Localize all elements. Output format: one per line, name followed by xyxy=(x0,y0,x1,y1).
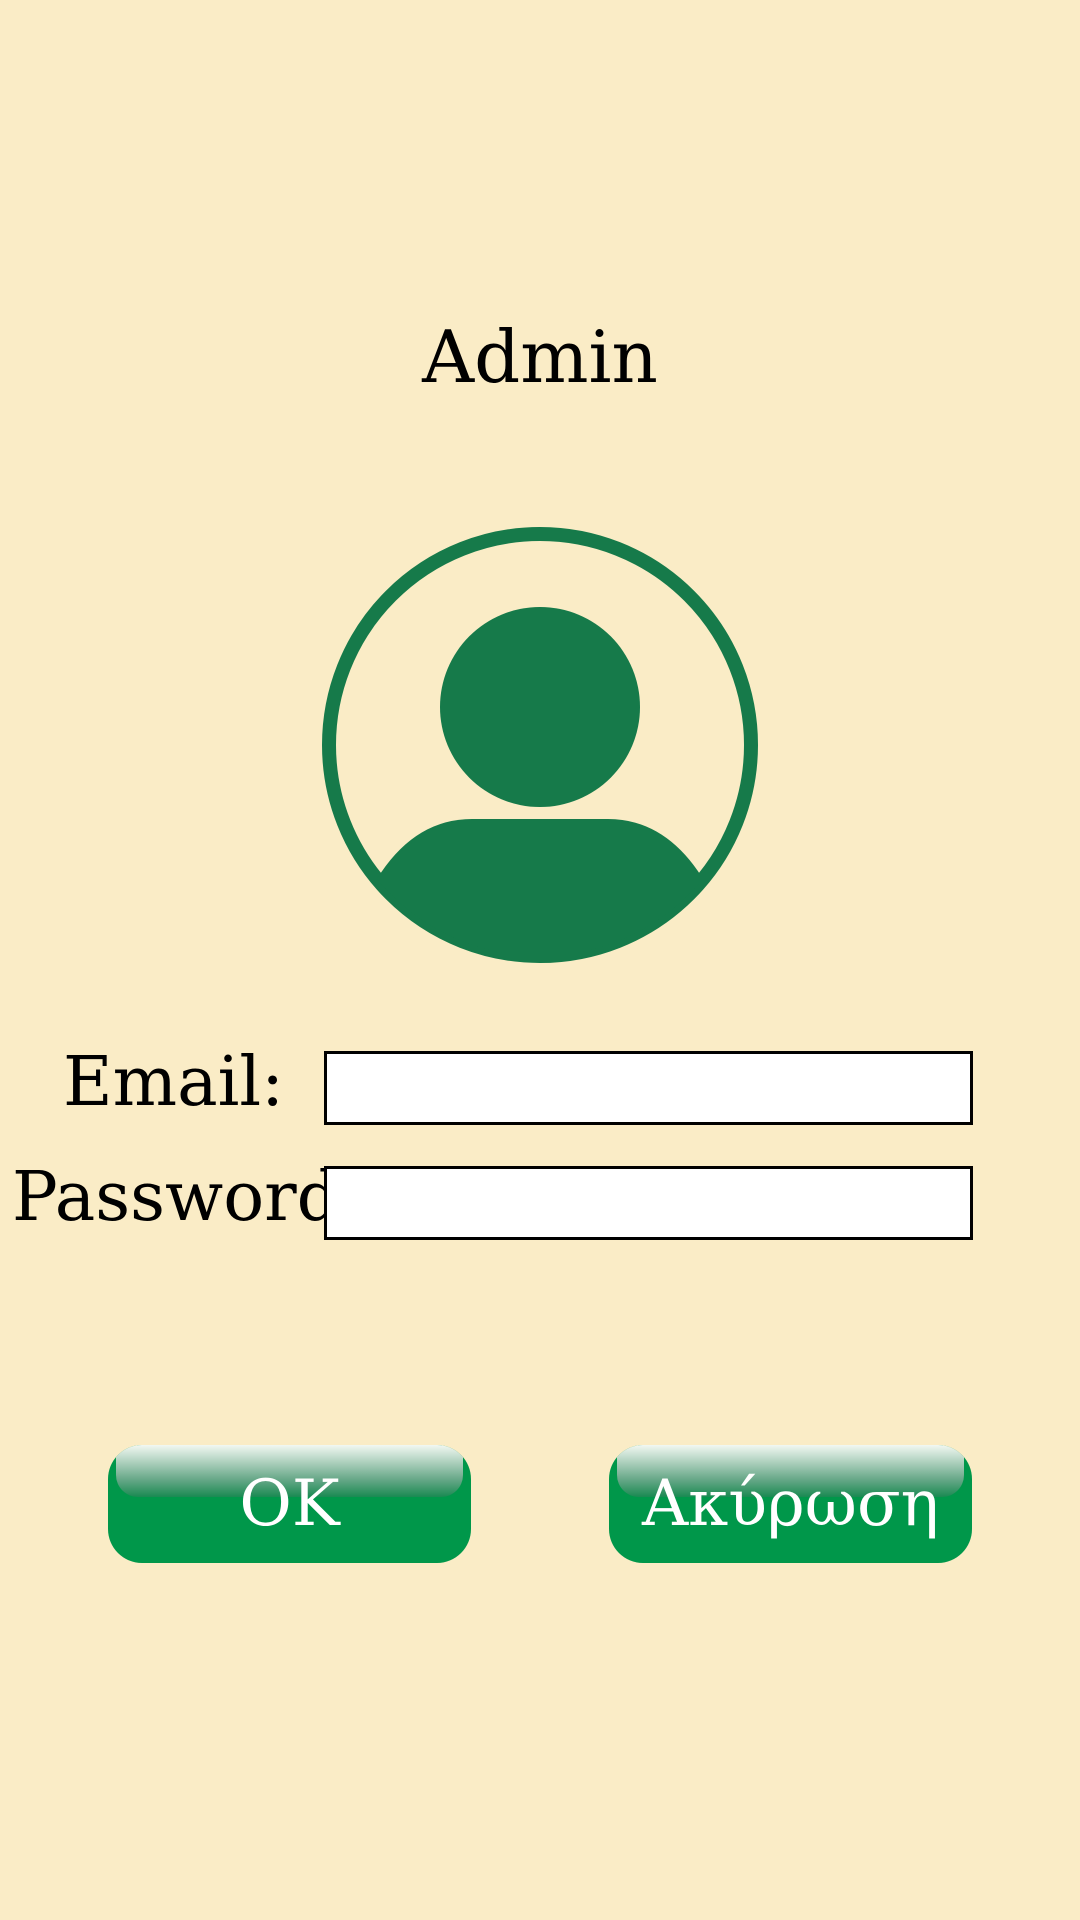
email-label: Email: xyxy=(63,1043,285,1122)
email-input[interactable] xyxy=(324,1051,973,1125)
cancel-button-label: Ακύρωση xyxy=(642,1467,939,1541)
cancel-button[interactable]: Ακύρωση xyxy=(609,1445,972,1563)
ok-button-label: OK xyxy=(239,1467,340,1541)
page-title: Admin xyxy=(422,315,658,399)
ok-button[interactable]: OK xyxy=(108,1445,471,1563)
user-avatar-icon xyxy=(322,527,758,963)
password-input[interactable] xyxy=(324,1166,973,1240)
password-label: Password: xyxy=(12,1158,364,1237)
